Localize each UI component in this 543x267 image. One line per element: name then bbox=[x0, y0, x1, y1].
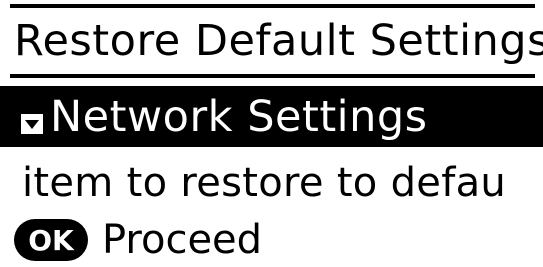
instruction-message: item to restore to defau bbox=[0, 156, 543, 210]
proceed-action[interactable]: OK Proceed bbox=[0, 214, 543, 266]
screen-title-text: Restore Default Settings bbox=[14, 16, 543, 66]
selected-menu-item-label: Network Settings bbox=[50, 91, 428, 142]
instruction-message-text: item to restore to defau bbox=[22, 160, 507, 206]
ok-key-icon[interactable]: OK bbox=[14, 219, 88, 261]
printer-lcd-screen: Restore Default Settings Network Setting… bbox=[0, 0, 543, 267]
proceed-label: Proceed bbox=[102, 217, 263, 263]
screen-title: Restore Default Settings bbox=[0, 8, 543, 74]
title-divider bbox=[10, 74, 535, 78]
chevron-down-icon bbox=[21, 113, 43, 134]
selected-menu-item-network-settings[interactable]: Network Settings bbox=[0, 86, 543, 147]
